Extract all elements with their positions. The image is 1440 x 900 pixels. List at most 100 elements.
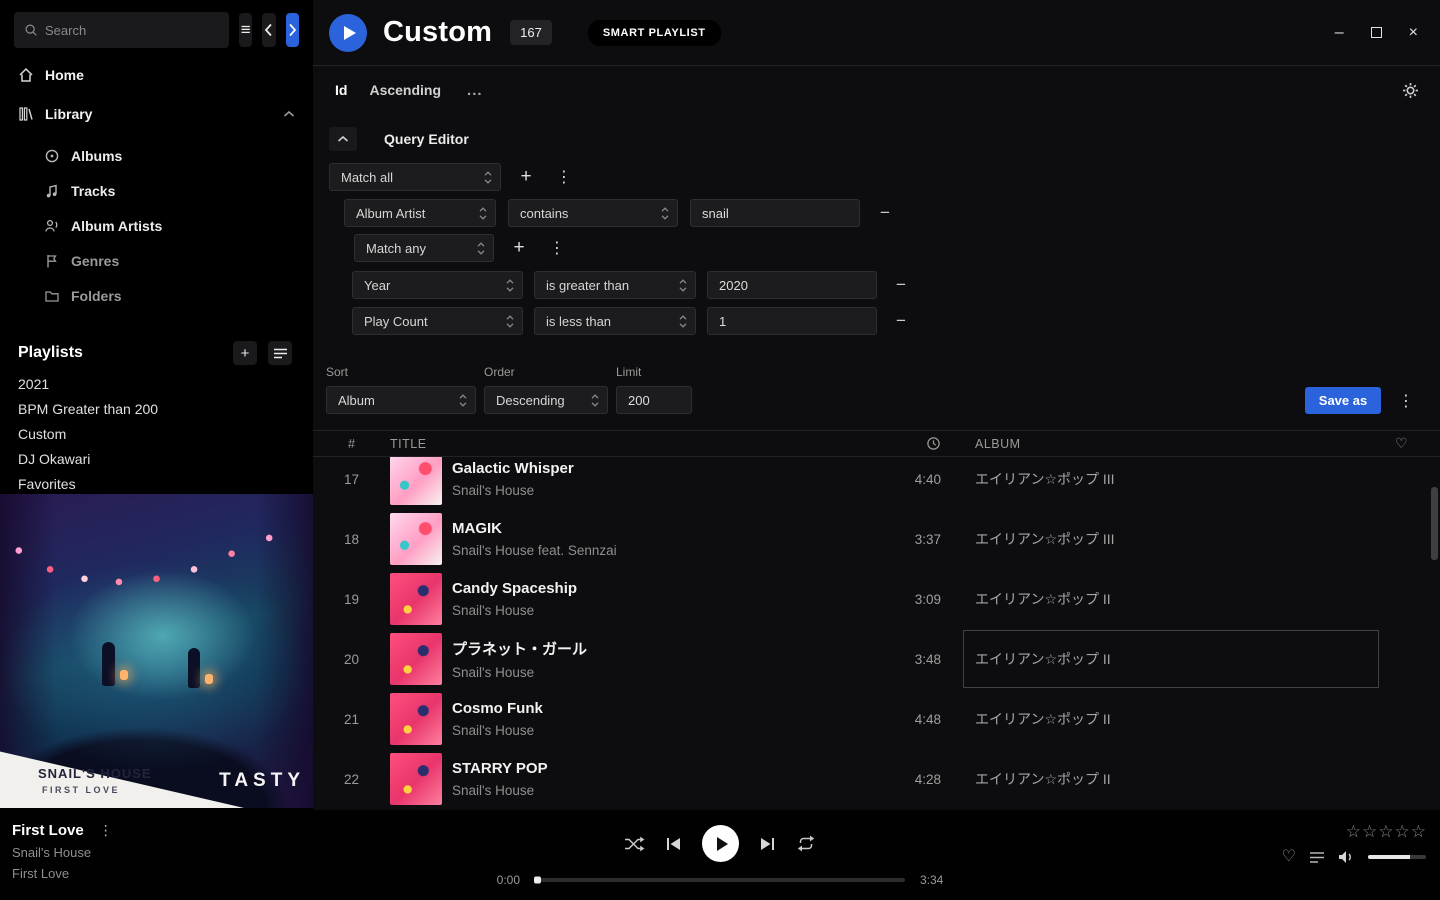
sort-direction-button[interactable]: Ascending [369,82,441,98]
column-title[interactable]: TITLE [390,437,851,451]
add-playlist-button[interactable]: + [233,341,257,365]
column-album[interactable]: ALBUM [975,437,1395,451]
rule-field-select[interactable]: Album Artist [344,199,496,227]
order-select[interactable]: Descending [484,386,608,414]
window-controls: – × [1335,25,1418,41]
search-input[interactable] [45,23,221,38]
sidebar-item-genres[interactable]: Genres [0,243,313,278]
duration-column-clock-icon[interactable] [926,436,941,451]
table-row[interactable]: 21 Cosmo Funk Snail's House 4:48 エイリアン☆ポ… [313,689,1440,749]
settings-gear-icon[interactable] [1402,82,1419,99]
track-thumbnail [390,753,442,805]
rule-operator-select[interactable]: contains [508,199,678,227]
rule-value-input[interactable] [707,307,877,335]
select-value: Match any [366,241,426,256]
playlists-header: Playlists + [0,341,313,365]
select-value: Year [364,278,390,293]
rule-value-input[interactable] [690,199,860,227]
repeat-button[interactable] [796,835,816,852]
sidebar-item-folders[interactable]: Folders [0,278,313,313]
sort-field-button[interactable]: Id [335,82,347,98]
menu-button[interactable]: ≡ [239,13,252,47]
toolbar-more-button[interactable]: ... [467,82,483,99]
star-icon[interactable]: ☆ [1346,823,1361,840]
nav-forward-button[interactable] [286,13,299,47]
previous-track-button[interactable] [666,837,681,851]
minimize-button[interactable]: – [1335,25,1344,41]
sidebar-item-tracks[interactable]: Tracks [0,173,313,208]
play-playlist-button[interactable] [329,14,367,52]
shuffle-button[interactable] [624,836,645,852]
table-row[interactable]: 19 Candy Spaceship Snail's House 3:09 エイ… [313,569,1440,629]
star-icon[interactable]: ☆ [1378,823,1393,840]
rule-field-select[interactable]: Year [352,271,523,299]
playlist-item[interactable]: 2021 [0,372,313,397]
volume-icon[interactable] [1338,850,1355,864]
playlist-item[interactable]: BPM Greater than 200 [0,397,313,422]
limit-input[interactable] [616,386,692,414]
art-figure [188,648,200,688]
remove-rule-button[interactable]: − [888,308,914,334]
playlist-item[interactable]: Custom [0,422,313,447]
rule-operator-select[interactable]: is greater than [534,271,696,299]
table-row[interactable]: 17 Galactic Whisper Snail's House 4:40 エ… [313,457,1440,509]
sort-toolbar: Id Ascending ... [313,66,1440,114]
playlist-list-button[interactable] [268,341,292,365]
table-row[interactable]: 22 STARRY POP Snail's House 4:28 エイリアン☆ポ… [313,749,1440,809]
scrollbar-thumb[interactable] [1431,487,1438,560]
rule-group-menu-button[interactable]: ⋮ [544,235,570,261]
star-icon[interactable]: ☆ [1362,823,1377,840]
kebab-icon: ⋮ [549,238,565,258]
now-playing-album: First Love [12,866,113,881]
play-pause-button[interactable] [702,825,739,862]
favorite-heart-icon[interactable]: ♡ [1282,849,1296,865]
select-caret-icon [506,279,514,292]
remove-rule-button[interactable]: − [872,200,898,226]
remove-rule-button[interactable]: − [888,272,914,298]
now-playing-menu-button[interactable]: ⋮ [99,822,113,839]
rule-value-input[interactable] [707,271,877,299]
search-box[interactable] [14,12,229,48]
flag-icon [44,253,60,269]
seek-handle[interactable] [534,877,541,884]
chevron-up-icon [337,135,349,143]
sort-bar-menu-button[interactable]: ⋮ [1393,388,1419,414]
track-text: STARRY POP Snail's House [452,760,851,798]
seek-bar[interactable] [535,878,905,882]
track-album-focused-cell[interactable]: エイリアン☆ポップ II [975,629,1395,689]
track-artist: Snail's House [452,665,851,680]
match-mode-select[interactable]: Match all [329,163,501,191]
main-panel: Custom 167 SMART PLAYLIST – × Id Ascendi… [313,0,1440,810]
save-as-button[interactable]: Save as [1305,387,1381,414]
rule-operator-select[interactable]: is less than [534,307,696,335]
add-rule-button[interactable]: + [506,235,532,261]
star-icon[interactable]: ☆ [1395,823,1410,840]
query-editor-collapse-button[interactable] [329,127,357,151]
sidebar-item-album-artists[interactable]: Album Artists [0,208,313,243]
sidebar-item-albums[interactable]: Albums [0,138,313,173]
sidebar-item-library[interactable]: Library [0,99,313,129]
table-row[interactable]: 20 プラネット・ガール Snail's House 3:48 エイリアン☆ポッ… [313,629,1440,689]
select-value: is less than [546,314,611,329]
playlist-item[interactable]: DJ Okawari [0,447,313,472]
play-icon [717,837,728,851]
close-button[interactable]: × [1409,25,1418,41]
chevron-up-icon[interactable] [283,110,295,118]
table-row[interactable]: 18 MAGIK Snail's House feat. Sennzai 3:3… [313,509,1440,569]
star-icon[interactable]: ☆ [1411,823,1426,840]
queue-icon[interactable] [1309,851,1325,864]
favorite-column-heart-icon[interactable]: ♡ [1395,435,1440,452]
add-rule-button[interactable]: + [513,164,539,190]
match-mode-select[interactable]: Match any [354,234,494,262]
sort-select[interactable]: Album [326,386,476,414]
column-number[interactable]: # [313,437,390,451]
track-artist: Snail's House [452,783,851,798]
sidebar: ≡ Home Library Albums Track [0,0,313,810]
rule-field-select[interactable]: Play Count [352,307,523,335]
nav-back-button[interactable] [262,13,275,47]
sidebar-item-home[interactable]: Home [0,60,313,90]
volume-slider[interactable] [1368,855,1426,859]
rule-group-menu-button[interactable]: ⋮ [551,164,577,190]
next-track-button[interactable] [760,837,775,851]
maximize-button[interactable] [1371,27,1382,38]
